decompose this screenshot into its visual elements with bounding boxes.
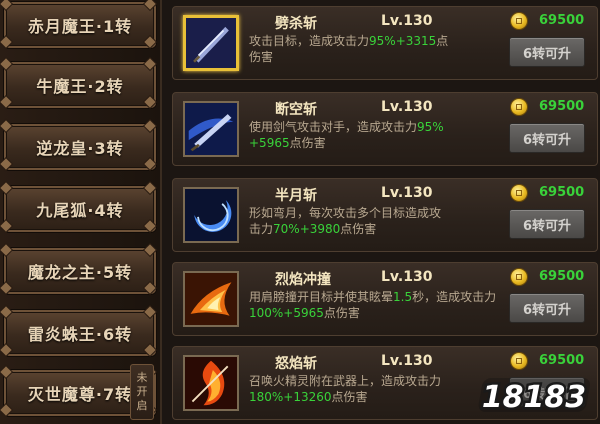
upgrade-button[interactable]: 6转可升: [509, 123, 585, 153]
flame-charge-icon[interactable]: [183, 271, 239, 327]
skill-description: 攻击目标，造成攻击力95%+3315点 伤害: [249, 34, 449, 64]
tier-label: 九尾狐·4转: [36, 201, 124, 220]
skill-level: Lv.130: [381, 353, 433, 369]
upgrade-button[interactable]: 6转可升: [509, 209, 585, 239]
locked-text: 开: [136, 385, 148, 398]
tier-label: 赤月魔王·1转: [27, 17, 133, 36]
upgrade-cost: 69500: [539, 13, 585, 28]
tier-button-1[interactable]: 赤月魔王·1转: [0, 0, 156, 48]
upgrade-cost: 69500: [539, 185, 585, 200]
skill-row[interactable]: 烈焰冲撞 Lv.130 用肩膀撞开目标并使其眩晕1.5秒，造成攻击力100%+5…: [172, 262, 598, 336]
skill-level: Lv.130: [381, 99, 433, 115]
skill-level: Lv.130: [381, 185, 433, 201]
skill-name: 烈焰冲撞: [275, 272, 331, 288]
tier-button-2[interactable]: 牛魔王·2转: [0, 58, 156, 108]
tier-button-4[interactable]: 九尾狐·4转: [0, 182, 156, 232]
skill-name: 劈杀斩: [275, 16, 317, 32]
watermark-text: 18183: [482, 380, 586, 415]
tier-button-5[interactable]: 魔龙之主·5转: [0, 244, 156, 294]
skill-description: 召唤火精灵附在武器上，造成攻击力 180%+13260点伤害: [249, 374, 442, 404]
skill-level: Lv.130: [381, 13, 433, 29]
tier-label: 牛魔王·2转: [36, 77, 124, 96]
upgrade-cost: 69500: [539, 269, 585, 284]
sword-slash-icon[interactable]: [183, 15, 239, 71]
upgrade-cost: 69500: [539, 99, 585, 114]
skill-description: 使用剑气攻击对手，造成攻击力95% +5965点伤害: [249, 120, 444, 150]
skill-level: Lv.130: [381, 269, 433, 285]
gold-coin-icon: [511, 99, 527, 115]
skill-description: 用肩膀撞开目标并使其眩晕1.5秒，造成攻击力100%+5965点伤害: [249, 290, 497, 320]
tier-label: 逆龙皇·3转: [36, 139, 124, 158]
skill-name: 半月斩: [275, 188, 317, 204]
site-watermark-logo: 18183: [478, 374, 592, 418]
gold-coin-icon: [511, 185, 527, 201]
skill-row[interactable]: 劈杀斩 Lv.130 攻击目标，造成攻击力95%+3315点 伤害 69500 6…: [172, 6, 598, 80]
crescent-moon-icon[interactable]: [183, 187, 239, 243]
upgrade-cost: 69500: [539, 353, 585, 368]
gold-coin-icon: [511, 13, 527, 29]
tier-label: 魔龙之主·5转: [27, 263, 133, 282]
sword-energy-icon[interactable]: [183, 101, 239, 157]
skill-panel: 劈杀斩 Lv.130 攻击目标，造成攻击力95%+3315点 伤害 69500 6…: [160, 0, 600, 424]
skill-row[interactable]: 断空斩 Lv.130 使用剑气攻击对手，造成攻击力95% +5965点伤害 695…: [172, 92, 598, 166]
gold-coin-icon: [511, 269, 527, 285]
tier-button-3[interactable]: 逆龙皇·3转: [0, 120, 156, 170]
locked-text: 未: [136, 371, 148, 384]
tier-list: 赤月魔王·1转 牛魔王·2转 逆龙皇·3转 九尾狐·4转 魔龙之主·5转 雷炎蛛…: [0, 0, 160, 424]
tier-label: 雷炎蛛王·6转: [27, 325, 133, 344]
upgrade-button[interactable]: 6转可升: [509, 37, 585, 67]
locked-text: 启: [136, 399, 148, 412]
skill-description: 形如弯月，每次攻击多个目标造成攻 击力70%+3980点伤害: [249, 206, 442, 236]
locked-badge: 未 开 启: [130, 364, 154, 420]
fire-blade-icon[interactable]: [183, 355, 239, 411]
upgrade-button[interactable]: 6转可升: [509, 293, 585, 323]
skill-name: 断空斩: [275, 102, 317, 118]
tier-button-6[interactable]: 雷炎蛛王·6转: [0, 306, 156, 356]
skill-row[interactable]: 半月斩 Lv.130 形如弯月，每次攻击多个目标造成攻 击力70%+3980点伤害…: [172, 178, 598, 252]
skill-name: 怒焰斩: [275, 356, 317, 372]
gold-coin-icon: [511, 353, 527, 369]
